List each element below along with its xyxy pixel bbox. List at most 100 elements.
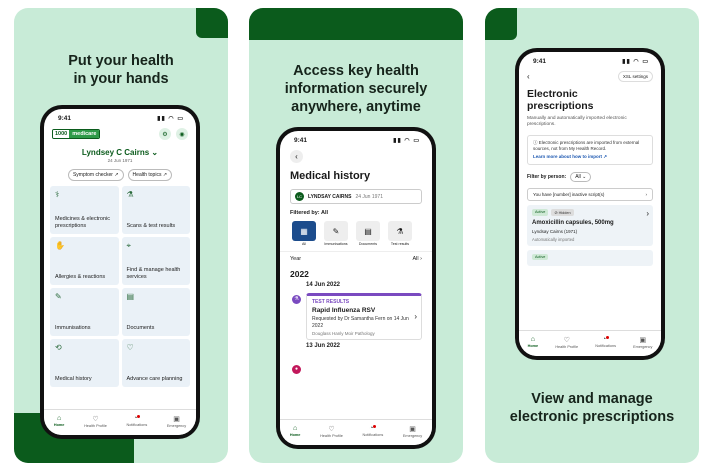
xsl-settings-button[interactable]: XSL settings — [617, 71, 653, 82]
external-link-icon: ↗ — [114, 172, 119, 178]
bell-icon: ◔ — [602, 336, 610, 343]
category-immunisations[interactable]: ✎ Immunisations — [322, 221, 350, 246]
status-bar: 9:41 ▮▮ ◠ ▭ — [533, 58, 649, 65]
tile-medicines[interactable]: ⚕ Medicines & electronic prescriptions — [50, 186, 119, 234]
bottom-nav: ⌂ Home ♡ Health Profile ◔ Notifications ▣ Em… — [519, 330, 661, 356]
phone-screen: 9:41 ▮▮ ◠ ▭ ‹ XSL settings Electronic pre… — [519, 52, 661, 356]
nav-health-profile[interactable]: ♡ Health Profile — [320, 425, 343, 438]
external-link-icon: ↗ — [162, 172, 168, 178]
syringe-icon: ✎ — [324, 221, 348, 241]
filter-row: Filter by person: All ⌄ — [519, 170, 661, 184]
prescription-card[interactable]: Active — [527, 250, 653, 266]
emergency-icon: ▣ — [173, 415, 180, 423]
nav-notifications[interactable]: ◔ Notifications — [595, 336, 616, 348]
document-icon: ▤ — [356, 221, 380, 241]
decor-corner — [485, 8, 517, 40]
decor-corner — [196, 8, 228, 38]
settings-icon[interactable]: ⚙ — [159, 128, 171, 140]
nav-home[interactable]: ⌂ Home — [528, 336, 539, 348]
date-heading: 14 Jun 2022 — [306, 282, 341, 288]
syringe-icon: ✎ — [55, 292, 62, 301]
status-bar: 9:41 ▮▮ ◠ ▭ — [58, 115, 184, 122]
filter-status: Filtered by: All — [290, 210, 328, 216]
external-link-icon: ↗ — [603, 154, 608, 159]
document-icon: ▤ — [126, 292, 135, 301]
chevron-right-icon: › — [645, 192, 648, 197]
year-filter[interactable]: Year All › — [280, 251, 432, 266]
decor-band — [249, 8, 463, 40]
year-heading: 2022 — [290, 269, 309, 279]
status-bar: 9:41 ▮▮ ◠ ▭ — [294, 137, 420, 144]
symptom-checker-button[interactable]: Symptom checker ↗ — [67, 169, 124, 181]
profile-icon[interactable]: ◉ — [176, 128, 188, 140]
tile-immunisations[interactable]: ✎ Immunisations — [50, 288, 119, 336]
hidden-badge: ⊘ Hidden — [551, 209, 574, 216]
promo-panel-home: Put your health in your hands 9:41 ▮▮ ◠ ▭… — [14, 8, 228, 463]
back-button[interactable]: ‹ — [290, 150, 303, 163]
panel-headline: Access key health information securely a… — [284, 63, 428, 115]
heart-icon: ♡ — [92, 415, 99, 423]
history-card[interactable]: TEST RESULTS Rapid Influenza RSV Request… — [306, 293, 422, 340]
back-button[interactable]: ‹ — [527, 72, 530, 81]
nav-home[interactable]: ⌂ Home — [54, 415, 65, 427]
tile-scans[interactable]: ⚗ Scans & test results — [121, 186, 190, 234]
chevron-right-icon: › — [414, 312, 417, 321]
category-documents[interactable]: ▤ Documents — [354, 221, 382, 246]
chevron-down-icon: ⌄ — [582, 174, 587, 180]
bottom-nav: ⌂ Home ♡ Health Profile ◔ Notifications ▣ Em… — [44, 409, 196, 435]
nav-emergency[interactable]: ▣ Emergency — [633, 336, 652, 349]
tile-find-services[interactable]: ⌖ Find & manage health services — [121, 237, 190, 285]
chevron-right-icon: › — [420, 256, 422, 262]
tile-advance-care[interactable]: ♡ Advance care planning — [121, 339, 190, 387]
nav-health-profile[interactable]: ♡ Health Profile — [555, 336, 578, 349]
tile-allergies[interactable]: ✋ Allergies & reactions — [50, 237, 119, 285]
status-badge: Active — [532, 209, 549, 216]
signal-icon: ▮▮ ◠ ▭ — [393, 138, 420, 144]
phone-mockup: 9:41 ▮▮ ◠ ▭ ‹ Medical history LC LYNDSAY … — [276, 127, 436, 449]
tile-documents[interactable]: ▤ Documents — [121, 288, 190, 336]
chevron-down-icon: ⌄ — [151, 148, 159, 157]
category-test-results[interactable]: ⚗ Test results — [386, 221, 414, 246]
patient-dob: 24 Jun 1971 — [107, 158, 133, 163]
eye-off-icon: ⊘ — [554, 211, 558, 215]
chevron-right-icon: › — [646, 209, 649, 218]
prescription-card[interactable]: Active ⊘ Hidden Amoxicillin capsules, 50… — [527, 205, 653, 246]
panel-headline: View and manage electronic prescriptions — [509, 391, 675, 425]
inactive-scripts-row[interactable]: You have [number] inactive script(s) › — [527, 188, 653, 201]
nav-notifications[interactable]: ◔ Notifications — [127, 415, 147, 427]
promo-panel-prescriptions: 9:41 ▮▮ ◠ ▭ ‹ XSL settings Electronic pre… — [485, 8, 699, 463]
date-heading: 13 Jun 2022 — [306, 343, 341, 349]
nav-emergency[interactable]: ▣ Emergency — [167, 415, 186, 428]
hand-icon: ✋ — [55, 241, 65, 250]
page-title: Electronic prescriptions — [527, 88, 594, 112]
category-all[interactable]: ▦ All — [290, 221, 318, 246]
learn-more-link[interactable]: Learn more about how to import ↗ — [533, 154, 647, 160]
tile-medical-history[interactable]: ⟲ Medical history — [50, 339, 119, 387]
avatar: LC — [295, 192, 304, 201]
nav-notifications[interactable]: ◔ Notifications — [363, 425, 383, 437]
page-subtitle: Manually and automatically imported elec… — [527, 116, 627, 127]
health-topics-button[interactable]: Health topics ↗ — [127, 169, 173, 181]
location-icon: ⌖ — [126, 241, 132, 250]
app-logo: 1000 medicare — [52, 129, 101, 139]
panel-headline: Put your health in your hands — [68, 53, 174, 87]
info-box: ⓘ Electronic prescriptions are imported … — [527, 135, 653, 165]
status-badge: Active — [532, 254, 549, 260]
record-icon: ● — [292, 365, 301, 374]
test-tube-icon: ⚗ — [126, 190, 134, 199]
info-icon: ⓘ — [533, 140, 538, 145]
patient-switcher[interactable]: Lyndsey C Cairns ⌄ — [44, 148, 196, 157]
nav-health-profile[interactable]: ♡ Health Profile — [84, 415, 107, 428]
folder-icon: ▦ — [292, 221, 316, 241]
nav-emergency[interactable]: ▣ Emergency — [403, 425, 422, 438]
patient-badge[interactable]: LC LYNDSAY CAIRNS 24 Jun 1971 — [290, 189, 422, 204]
promo-panel-history: Access key health information securely a… — [249, 8, 463, 463]
bottom-nav: ⌂ Home ♡ Health Profile ◔ Notifications ▣ Em… — [280, 419, 432, 445]
bell-icon: ◔ — [133, 415, 141, 422]
person-filter-select[interactable]: All ⌄ — [570, 172, 592, 182]
phone-screen: 9:41 ▮▮ ◠ ▭ ‹ Medical history LC LYNDSAY … — [280, 131, 432, 445]
test-result-icon: ⚗ — [292, 295, 301, 304]
home-icon: ⌂ — [292, 425, 298, 432]
home-icon: ⌂ — [56, 415, 62, 422]
nav-home[interactable]: ⌂ Home — [290, 425, 301, 437]
